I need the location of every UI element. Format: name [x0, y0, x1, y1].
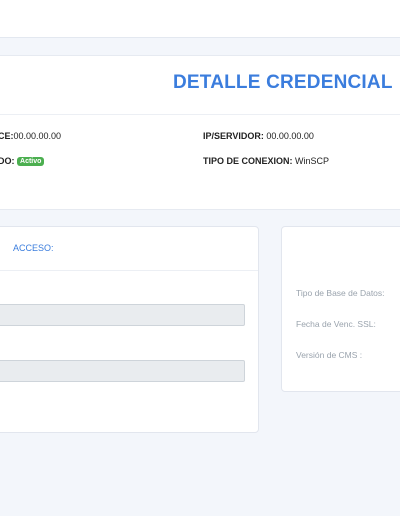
tab-acceso[interactable]: ACCESO: — [13, 243, 54, 253]
status-badge: Activo — [17, 157, 45, 166]
page-title: DETALLE CREDENCIAL — [173, 72, 393, 93]
ip-servidor-info: IP/SERVIDOR: 00.00.00.00 — [203, 131, 314, 141]
ip-left-label: CE: — [0, 131, 14, 141]
title-row: DETALLE CREDENCIAL — [0, 56, 400, 115]
credential-header-card: DETALLE CREDENCIAL CE:00.00.00.00 IP/SER… — [0, 55, 400, 210]
estado-label: DO: — [0, 156, 15, 166]
details-card: Tipo de Base de Datos: Fecha de Venc. SS… — [281, 226, 400, 392]
ip-left-value: 00.00.00.00 — [13, 131, 62, 141]
tipo-conexion-info: TIPO DE CONEXION: WinSCP — [203, 156, 329, 166]
tipo-conexion-label: TIPO DE CONEXION: — [203, 156, 293, 166]
ip-left-info: CE:00.00.00.00 — [0, 131, 61, 141]
fecha-venc-ssl-label: Fecha de Venc. SSL: — [296, 319, 376, 329]
access-tab-row: ACCESO: — [0, 227, 258, 271]
access-card: ACCESO: — [0, 226, 259, 433]
ip-servidor-label: IP/SERVIDOR: — [203, 131, 264, 141]
estado-info: DO: Activo — [0, 156, 45, 166]
ip-servidor-value: 00.00.00.00 — [266, 131, 314, 141]
access-field-2[interactable] — [0, 360, 245, 382]
tipo-base-datos-label: Tipo de Base de Datos: — [296, 288, 385, 298]
top-navbar — [0, 0, 400, 38]
version-cms-label: Versión de CMS : — [296, 350, 363, 360]
tipo-conexion-value: WinSCP — [295, 156, 330, 166]
access-field-1[interactable] — [0, 304, 245, 326]
